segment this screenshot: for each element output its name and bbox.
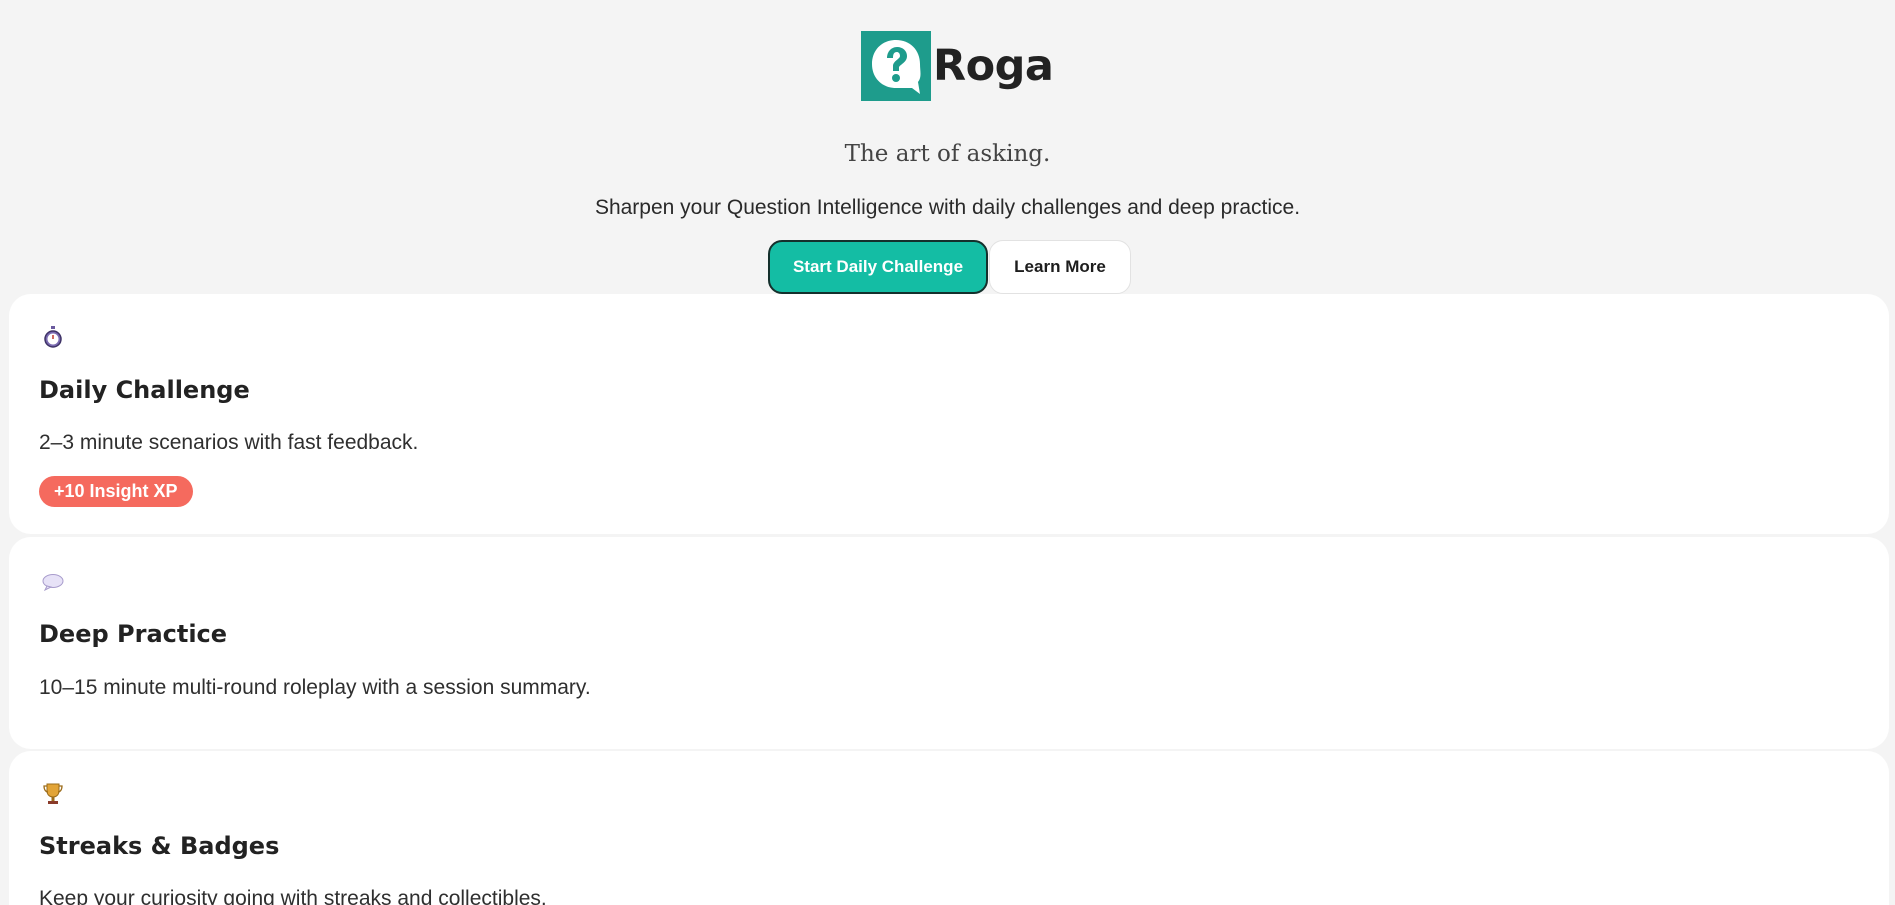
speech-balloon-icon (42, 571, 64, 593)
card-title: Streaks & Badges (39, 832, 280, 860)
learn-more-button[interactable]: Learn More (989, 240, 1131, 294)
hero-section: Roga The art of asking. Sharpen your Que… (0, 0, 1895, 300)
xp-badge: +10 Insight XP (39, 476, 193, 507)
card-description: 10–15 minute multi-round roleplay with a… (39, 676, 591, 699)
start-daily-challenge-button[interactable]: Start Daily Challenge (768, 240, 988, 294)
card-description: Keep your curiosity going with streaks a… (39, 887, 547, 905)
brand-name: Roga (933, 41, 1054, 91)
feature-card-deep-practice: Deep Practice 10–15 minute multi-round r… (9, 537, 1889, 749)
card-description: 2–3 minute scenarios with fast feedback. (39, 431, 419, 454)
card-title: Daily Challenge (39, 376, 250, 404)
feature-card-streaks-badges: Streaks & Badges Keep your curiosity goi… (9, 751, 1889, 905)
hero-subtitle: Sharpen your Question Intelligence with … (594, 196, 1301, 219)
question-speech-bubble-icon (861, 31, 931, 101)
stopwatch-icon (42, 326, 64, 348)
brand-logo[interactable]: Roga (861, 31, 1054, 101)
trophy-icon (42, 783, 64, 805)
card-title: Deep Practice (39, 620, 228, 648)
tagline: The art of asking. (844, 141, 1051, 167)
landing-page: Roga The art of asking. Sharpen your Que… (0, 0, 1895, 905)
feature-card-daily-challenge: Daily Challenge 2–3 minute scenarios wit… (9, 294, 1889, 534)
